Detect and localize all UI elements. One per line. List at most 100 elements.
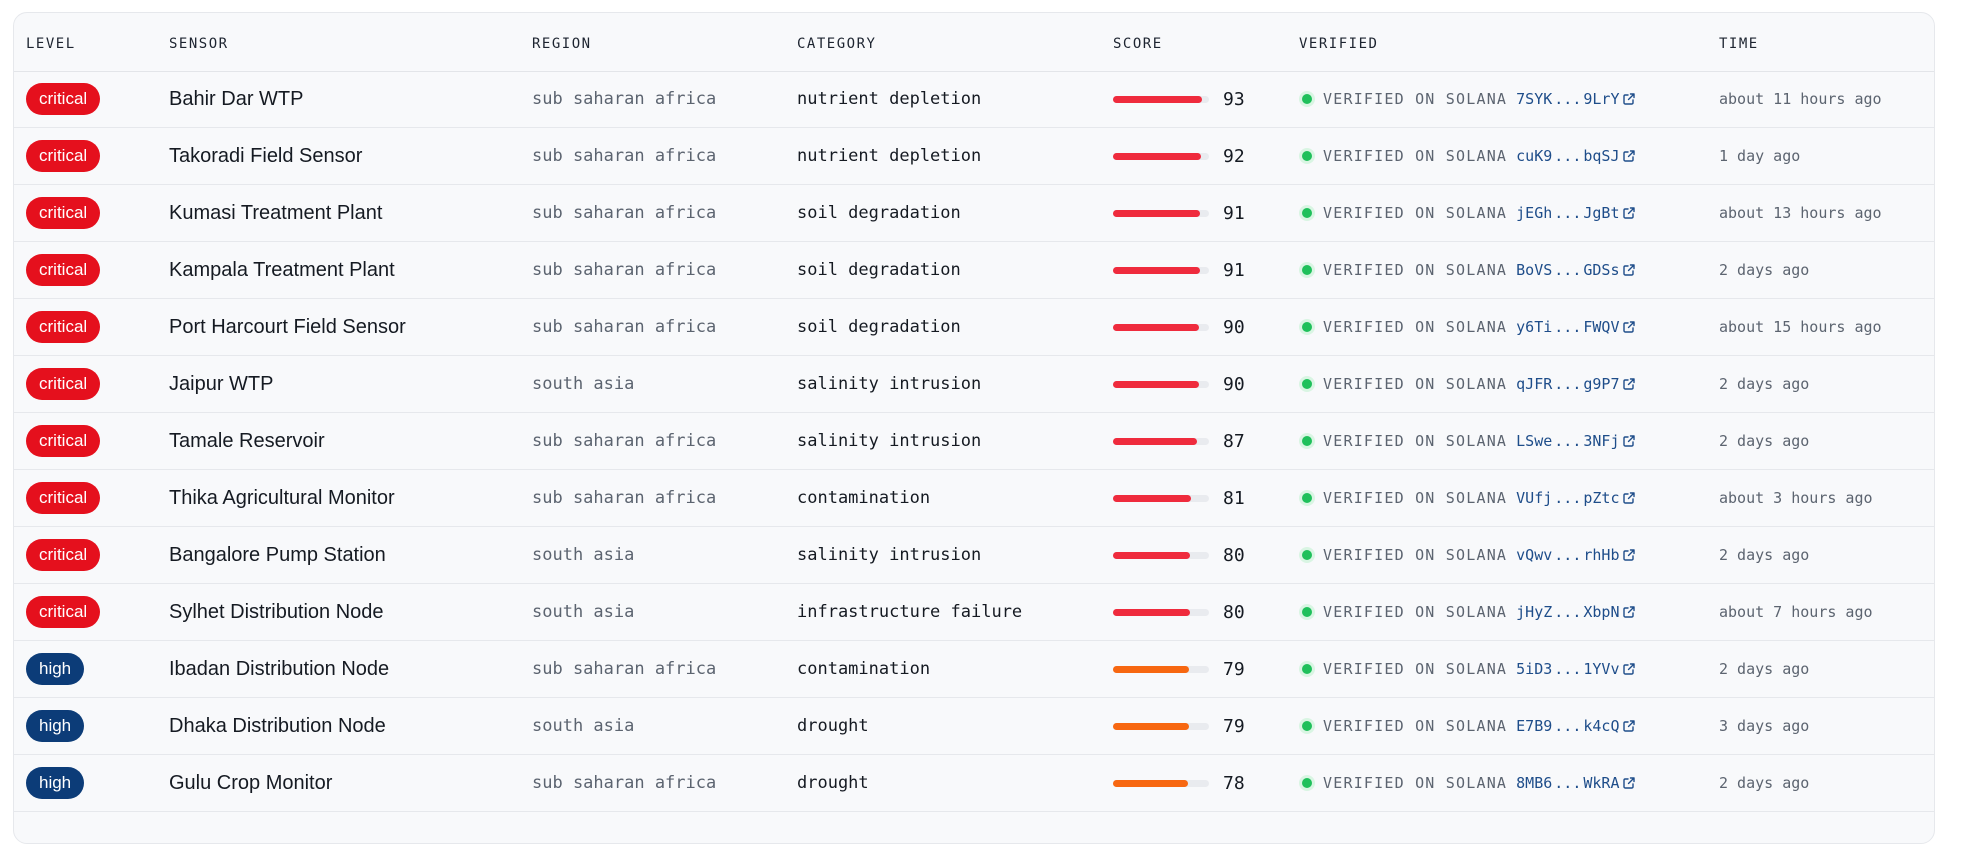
score-value: 80 xyxy=(1223,601,1245,623)
transaction-link[interactable]: jHyZ... XbpN xyxy=(1516,603,1635,621)
transaction-link[interactable]: LSwe... 3NFj xyxy=(1516,432,1635,450)
external-link-icon[interactable] xyxy=(1622,491,1636,505)
verified-status-dot xyxy=(1302,322,1312,332)
region-cell: sub saharan africa xyxy=(532,431,717,451)
score-value: 90 xyxy=(1223,373,1245,395)
header-verified[interactable]: VERIFIED xyxy=(1299,13,1378,73)
header-time[interactable]: TIME xyxy=(1719,13,1759,73)
score-value: 78 xyxy=(1223,772,1245,794)
score-value: 91 xyxy=(1223,202,1245,224)
hash-start: jHyZ xyxy=(1516,603,1553,621)
external-link-icon[interactable] xyxy=(1622,206,1636,220)
hash-ellipsis: ... xyxy=(1554,375,1582,393)
hash-start: 7SYK xyxy=(1516,90,1553,108)
external-link-icon[interactable] xyxy=(1622,377,1636,391)
external-link-icon[interactable] xyxy=(1622,320,1636,334)
sensor-name: Port Harcourt Field Sensor xyxy=(169,315,406,338)
transaction-link[interactable]: BoVS... GDSs xyxy=(1516,261,1635,279)
table-row[interactable]: critical Port Harcourt Field Sensor sub sa… xyxy=(14,299,1934,356)
hash-ellipsis: ... xyxy=(1554,660,1582,678)
hash-end: FWQV xyxy=(1583,318,1620,336)
external-link-icon[interactable] xyxy=(1622,662,1636,676)
time-cell: 2 days ago xyxy=(1719,261,1810,279)
external-link-icon[interactable] xyxy=(1622,776,1636,790)
header-level[interactable]: LEVEL xyxy=(26,13,76,73)
verified-status-dot xyxy=(1302,664,1312,674)
alerts-table: LEVEL SENSOR REGION CATEGORY SCORE VERIF… xyxy=(13,12,1935,844)
verified-cell: VERIFIED ON SOLANA cuK9... bqSJ xyxy=(1299,128,1636,184)
external-link-icon[interactable] xyxy=(1622,548,1636,562)
hash-ellipsis: ... xyxy=(1554,603,1582,621)
verified-label: VERIFIED ON SOLANA xyxy=(1323,546,1508,564)
level-badge: critical xyxy=(26,140,101,172)
score-bar-track xyxy=(1113,380,1209,388)
region-cell: sub saharan africa xyxy=(532,773,717,793)
time-cell: 2 days ago xyxy=(1719,546,1810,564)
score-bar-fill xyxy=(1113,266,1201,274)
header-score[interactable]: SCORE xyxy=(1113,13,1163,73)
hash-end: 1YVv xyxy=(1583,660,1620,678)
level-badge: critical xyxy=(26,83,101,115)
hash-ellipsis: ... xyxy=(1554,90,1582,108)
region-cell: sub saharan africa xyxy=(532,146,717,166)
transaction-link[interactable]: jEGh... JgBt xyxy=(1516,204,1635,222)
transaction-link[interactable]: E7B9... k4cQ xyxy=(1516,717,1635,735)
table-row[interactable]: critical Kampala Treatment Plant sub sahar… xyxy=(14,242,1934,299)
score-bar-track xyxy=(1113,323,1209,331)
header-sensor[interactable]: SENSOR xyxy=(169,13,229,73)
transaction-link[interactable]: 7SYK... 9LrY xyxy=(1516,90,1635,108)
transaction-link[interactable]: y6Ti... FWQV xyxy=(1516,318,1635,336)
external-link-icon[interactable] xyxy=(1622,434,1636,448)
time-cell: about 11 hours ago xyxy=(1719,90,1882,108)
score-cell: 81 xyxy=(1113,470,1245,526)
verified-cell: VERIFIED ON SOLANA 8MB6... WkRA xyxy=(1299,755,1636,811)
score-bar-fill xyxy=(1113,722,1189,730)
table-row[interactable]: critical Tamale Reservoir sub saharan afri… xyxy=(14,413,1934,470)
transaction-link[interactable]: 5iD3... 1YVv xyxy=(1516,660,1635,678)
hash-end: 9LrY xyxy=(1583,90,1620,108)
table-row[interactable]: critical Sylhet Distribution Node south as… xyxy=(14,584,1934,641)
transaction-link[interactable]: qJFR... g9P7 xyxy=(1516,375,1635,393)
score-cell: 80 xyxy=(1113,527,1245,583)
score-value: 90 xyxy=(1223,316,1245,338)
category-cell: contamination xyxy=(797,488,931,508)
verified-status-dot xyxy=(1302,94,1312,104)
level-badge: high xyxy=(26,767,85,799)
table-row[interactable]: critical Takoradi Field Sensor sub saharan… xyxy=(14,128,1934,185)
verified-label: VERIFIED ON SOLANA xyxy=(1323,90,1508,108)
external-link-icon[interactable] xyxy=(1622,719,1636,733)
table-row[interactable]: critical Kumasi Treatment Plant sub sahara… xyxy=(14,185,1934,242)
score-value: 93 xyxy=(1223,88,1245,110)
hash-end: JgBt xyxy=(1583,204,1620,222)
transaction-link[interactable]: cuK9... bqSJ xyxy=(1516,147,1635,165)
hash-start: VUfj xyxy=(1516,489,1553,507)
table-row[interactable]: critical Bahir Dar WTP sub saharan africa n… xyxy=(14,71,1934,128)
transaction-link[interactable]: 8MB6... WkRA xyxy=(1516,774,1635,792)
table-row[interactable]: critical Bangalore Pump Station south asia… xyxy=(14,527,1934,584)
hash-start: LSwe xyxy=(1516,432,1553,450)
verified-label: VERIFIED ON SOLANA xyxy=(1323,774,1508,792)
header-region[interactable]: REGION xyxy=(532,13,592,73)
verified-cell: VERIFIED ON SOLANA jHyZ... XbpN xyxy=(1299,584,1636,640)
hash-ellipsis: ... xyxy=(1554,489,1582,507)
table-row[interactable]: high Ibadan Distribution Node sub saharan … xyxy=(14,641,1934,698)
score-cell: 79 xyxy=(1113,698,1245,754)
transaction-link[interactable]: VUfj... pZtc xyxy=(1516,489,1635,507)
hash-end: WkRA xyxy=(1583,774,1620,792)
region-cell: south asia xyxy=(532,602,635,622)
time-cell: 2 days ago xyxy=(1719,432,1810,450)
verified-cell: VERIFIED ON SOLANA LSwe... 3NFj xyxy=(1299,413,1636,469)
score-bar-fill xyxy=(1113,608,1190,616)
table-row[interactable]: high Gulu Crop Monitor sub saharan africa d… xyxy=(14,755,1934,812)
category-cell: soil degradation xyxy=(797,203,961,223)
external-link-icon[interactable] xyxy=(1622,92,1636,106)
header-category[interactable]: CATEGORY xyxy=(797,13,876,73)
external-link-icon[interactable] xyxy=(1622,263,1636,277)
external-link-icon[interactable] xyxy=(1622,605,1636,619)
table-row[interactable]: critical Jaipur WTP south asia salinity int… xyxy=(14,356,1934,413)
external-link-icon[interactable] xyxy=(1622,149,1636,163)
transaction-link[interactable]: vQwv... rhHb xyxy=(1516,546,1635,564)
table-row[interactable]: high Dhaka Distribution Node south asia dro… xyxy=(14,698,1934,755)
table-row[interactable]: critical Thika Agricultural Monitor sub sa… xyxy=(14,470,1934,527)
hash-end: 3NFj xyxy=(1583,432,1620,450)
